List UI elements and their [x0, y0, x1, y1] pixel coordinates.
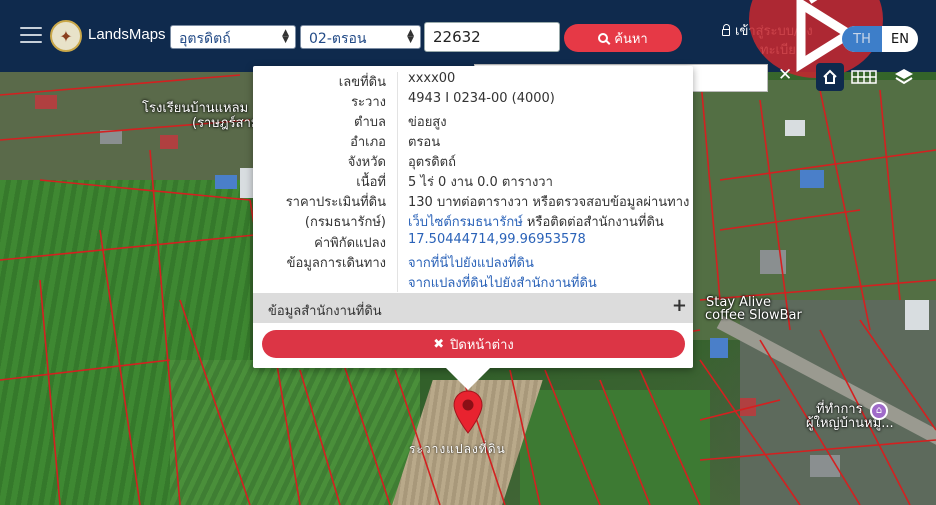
district-select[interactable]: 02-ตรอน ▲ ▼: [300, 25, 421, 49]
hamburger-icon[interactable]: [20, 27, 42, 45]
layers-icon: [895, 69, 913, 85]
home-icon: [823, 69, 837, 84]
info-row-treasury: (กรมธนารักษ์) เว็บไซต์กรมธนารักษ์ หรือติ…: [253, 211, 693, 231]
grid-icon: [851, 70, 877, 84]
info-value: 4943 I 0234-00 (4000): [408, 91, 555, 106]
info-row-area: เนื้อที่ 5 ไร่ 0 งาน 0.0 ตารางวา: [253, 171, 693, 191]
info-key: ระวาง: [351, 95, 386, 110]
info-key: เนื้อที่: [356, 175, 386, 190]
info-value: อุตรดิตถ์: [408, 155, 456, 170]
district-select-value: 02-ตรอน: [309, 31, 367, 47]
info-value: 5 ไร่ 0 งาน 0.0 ตารางวา: [408, 175, 553, 190]
close-window-label: ปิดหน้าต่าง: [450, 337, 514, 353]
map-pin-icon[interactable]: [452, 390, 484, 434]
province-select[interactable]: อุตรดิตถ์ ▲ ▼: [170, 25, 296, 49]
parcel-info-popup: เลขที่ดิน xxxx00 ระวาง 4943 I 0234-00 (4…: [253, 66, 693, 390]
land-office-section-label: ข้อมูลสำนักงานที่ดิน: [268, 304, 382, 319]
info-row-parcel-no: เลขที่ดิน xxxx00: [253, 71, 693, 91]
info-key: ราคาประเมินที่ดิน: [285, 195, 386, 210]
land-office-section-toggle[interactable]: ข้อมูลสำนักงานที่ดิน +: [253, 293, 693, 323]
language-toggle[interactable]: TH EN: [842, 26, 918, 52]
logo-emblem-icon: ✦: [50, 20, 82, 52]
map-label-cafe-sub: coffee SlowBar: [705, 308, 802, 323]
info-value: ข่อยสูง: [408, 115, 447, 130]
chevron-updown-icon: ▲ ▼: [282, 28, 289, 45]
info-key: ข้อมูลการเดินทาง: [286, 256, 386, 271]
home-button[interactable]: [816, 63, 844, 91]
treasury-website-link[interactable]: เว็บไซต์กรมธนารักษ์: [408, 215, 523, 230]
info-row-province: จังหวัด อุตรดิตถ์: [253, 151, 693, 171]
close-icon[interactable]: ✕: [778, 65, 792, 85]
info-row-travel: ข้อมูลการเดินทาง จากที่นี่ไปยังแปลงที่ดิ…: [253, 252, 693, 272]
close-window-button[interactable]: ✖ ปิดหน้าต่าง: [262, 330, 685, 358]
plus-icon: +: [671, 295, 687, 316]
info-key: (กรมธนารักษ์): [304, 215, 386, 230]
search-button[interactable]: ค้นหา: [564, 24, 682, 52]
treasury-contact-text: หรือติดต่อสำนักงานที่ดิน: [522, 215, 664, 230]
info-row-appraisal: ราคาประเมินที่ดิน 130 บาทต่อตารางวา หรือ…: [253, 191, 693, 211]
info-row-coordinates: ค่าพิกัดแปลง 17.50444714,99.96953578: [253, 232, 693, 252]
search-button-label: ค้นหา: [614, 31, 648, 47]
info-value: xxxx00: [408, 71, 456, 86]
info-key: ค่าพิกัดแปลง: [314, 236, 386, 251]
map-label-school-sub: (ราษฎร์สาม: [192, 116, 260, 131]
info-value: 130 บาทต่อตารางวา หรือตรวจสอบข้อมูลผ่านท…: [408, 195, 690, 210]
layers-button[interactable]: [890, 63, 918, 91]
marker-label: ระวางแปลงที่ดิน: [409, 442, 506, 456]
chevron-updown-icon: ▲ ▼: [407, 28, 414, 45]
info-value: เว็บไซต์กรมธนารักษ์ หรือติดต่อสำนักงานที…: [408, 211, 664, 232]
info-key: อำเภอ: [350, 135, 386, 150]
info-row-travel-2: จากแปลงที่ดินไปยังสำนักงานที่ดิน: [253, 272, 693, 292]
province-select-value: อุตรดิตถ์: [179, 31, 231, 47]
coordinates-link[interactable]: 17.50444714,99.96953578: [408, 232, 586, 247]
directions-to-office-link[interactable]: จากแปลงที่ดินไปยังสำนักงานที่ดิน: [408, 272, 597, 293]
info-row-subdistrict: ตำบล ข่อยสูง: [253, 111, 693, 131]
brand-title: LandsMaps: [88, 26, 166, 43]
parcel-number-input[interactable]: 22632: [424, 22, 560, 52]
poi-icon[interactable]: ⌂: [870, 402, 888, 420]
info-value: ตรอน: [408, 135, 441, 150]
info-key: ตำบล: [354, 115, 386, 130]
info-row-district: อำเภอ ตรอน: [253, 131, 693, 151]
lock-icon: [722, 24, 730, 36]
info-key: จังหวัด: [347, 155, 386, 170]
search-icon: [598, 33, 609, 43]
info-key: เลขที่ดิน: [338, 75, 386, 90]
grid-toggle-button[interactable]: [850, 63, 878, 91]
lang-en-option[interactable]: EN: [882, 26, 918, 52]
close-icon: ✖: [433, 336, 445, 352]
info-row-sheet: ระวาง 4943 I 0234-00 (4000): [253, 91, 693, 111]
lang-th-option[interactable]: TH: [842, 26, 882, 52]
directions-to-parcel-link[interactable]: จากที่นี่ไปยังแปลงที่ดิน: [408, 252, 534, 273]
